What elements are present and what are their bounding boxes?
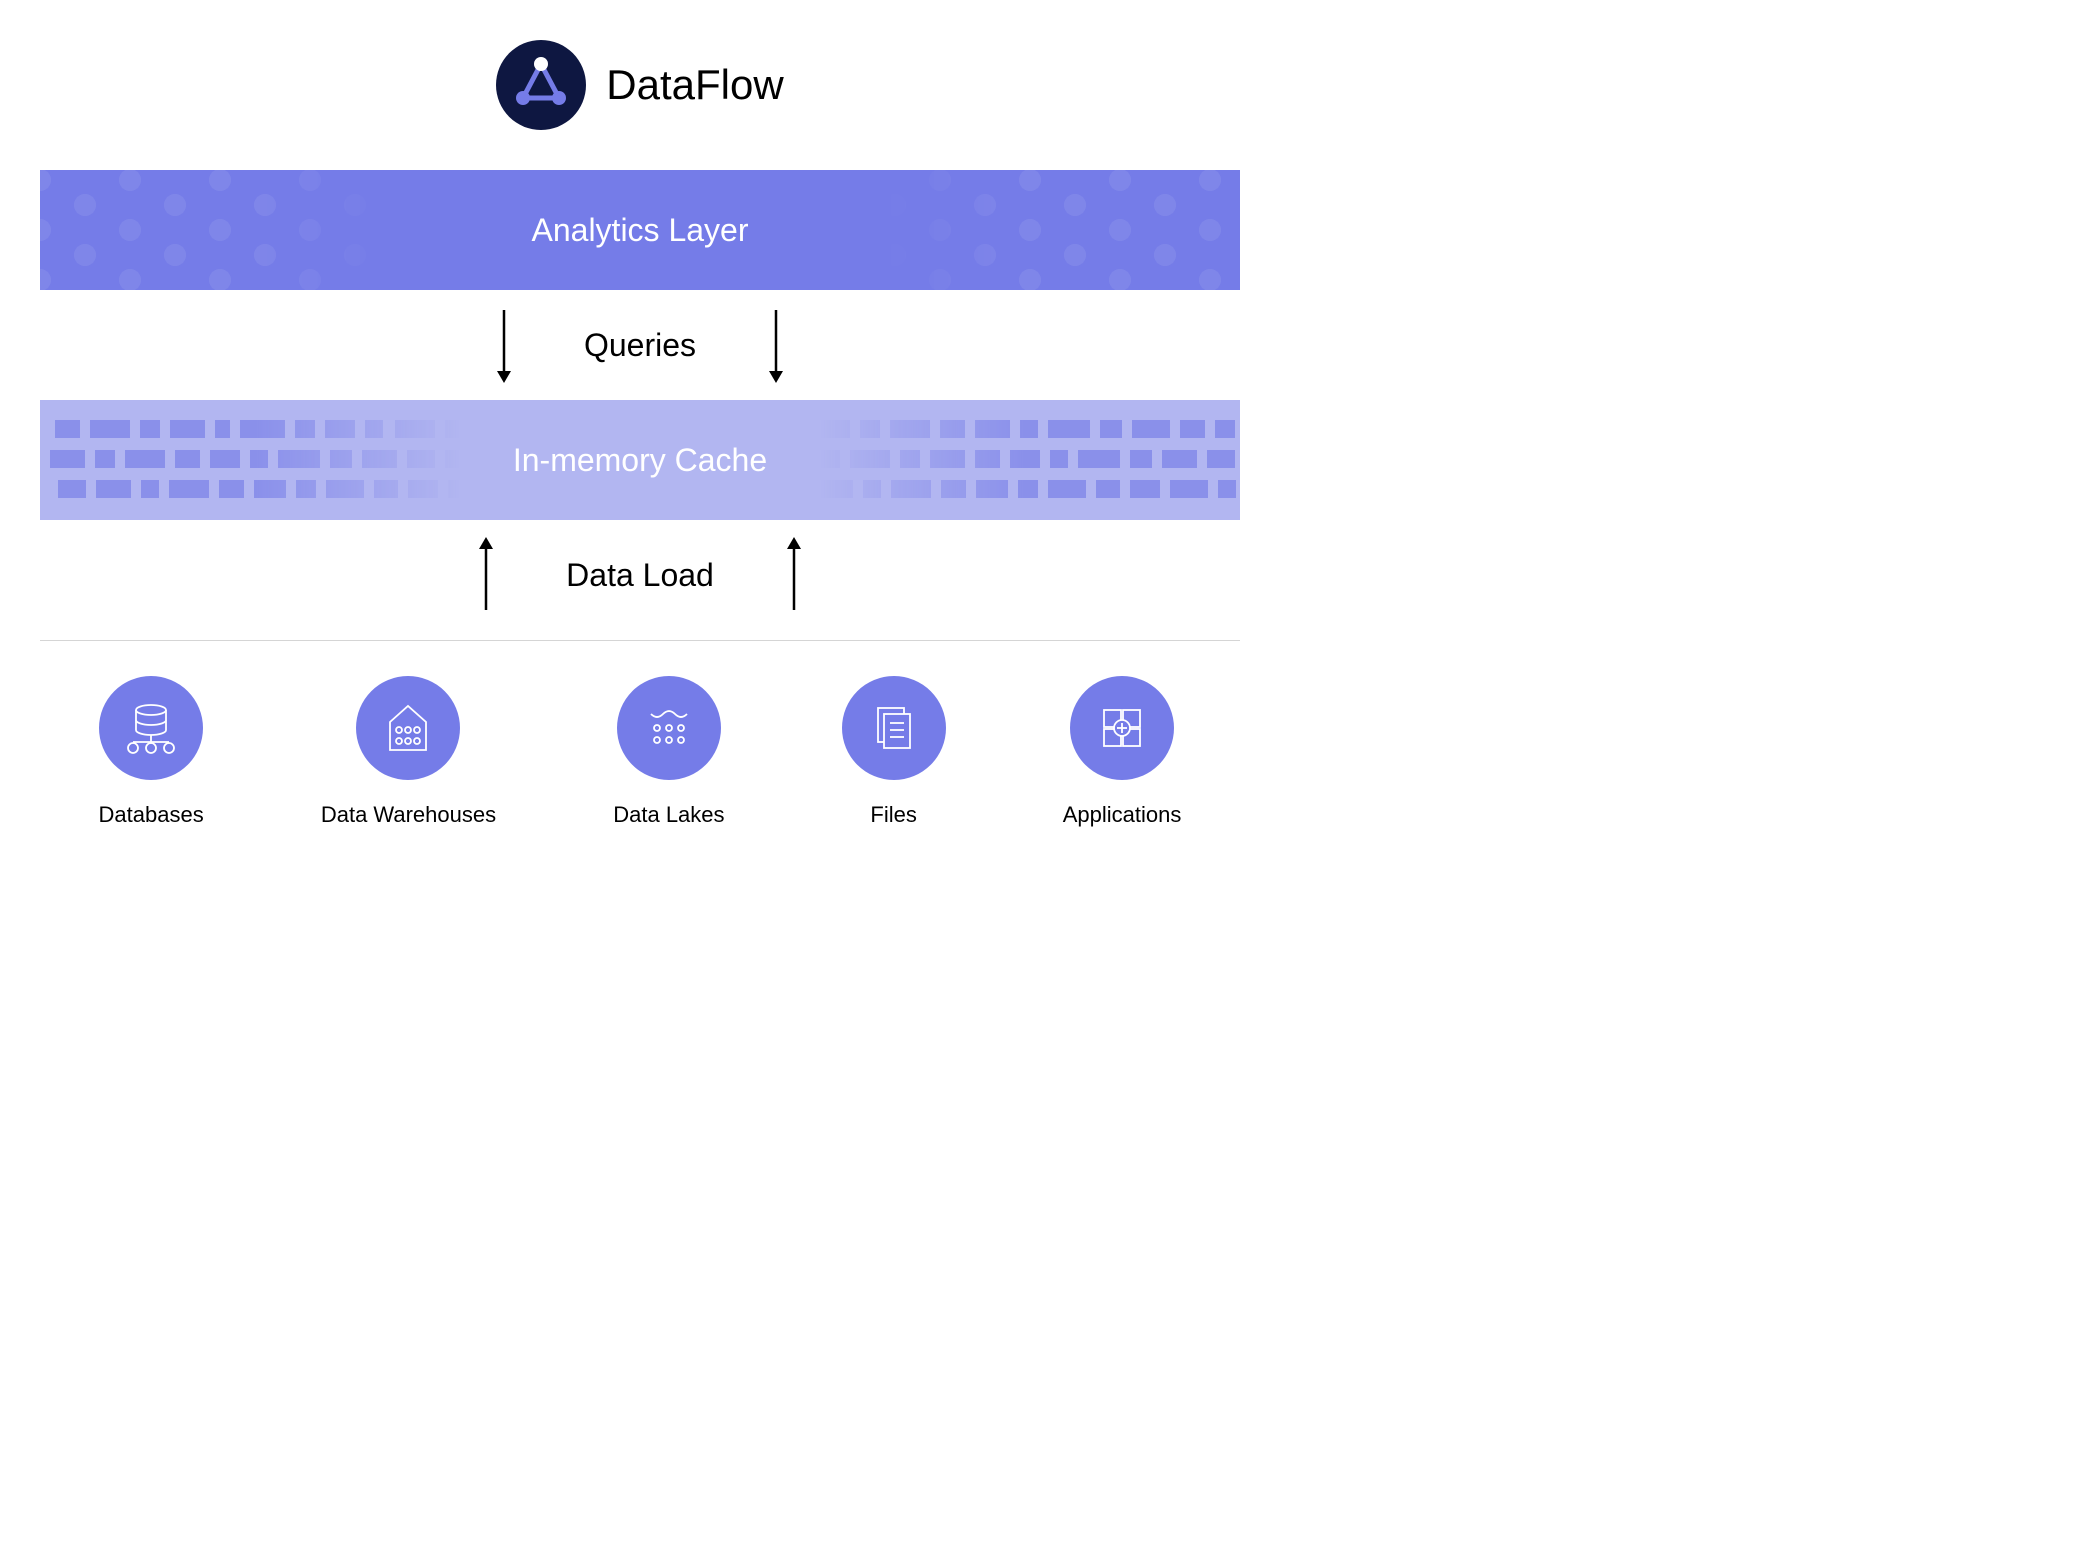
source-files: Files bbox=[842, 676, 946, 828]
data-sources-row: Databases Data Warehouses Data Lakes bbox=[40, 676, 1240, 828]
dataload-flow: Data Load bbox=[40, 520, 1240, 630]
source-label: Databases bbox=[99, 802, 204, 828]
source-label: Data Warehouses bbox=[321, 802, 496, 828]
warehouse-icon bbox=[356, 676, 460, 780]
source-databases: Databases bbox=[99, 676, 204, 828]
queries-flow: Queries bbox=[40, 290, 1240, 400]
arrow-up-icon bbox=[784, 535, 804, 615]
applications-icon bbox=[1070, 676, 1174, 780]
source-applications: Applications bbox=[1063, 676, 1182, 828]
arrow-up-icon bbox=[476, 535, 496, 615]
source-warehouses: Data Warehouses bbox=[321, 676, 496, 828]
source-lakes: Data Lakes bbox=[613, 676, 724, 828]
analytics-layer-label: Analytics Layer bbox=[532, 212, 749, 249]
diagram-title: DataFlow bbox=[606, 61, 783, 109]
datalake-icon bbox=[617, 676, 721, 780]
database-icon bbox=[99, 676, 203, 780]
analytics-layer: Analytics Layer bbox=[40, 170, 1240, 290]
architecture-diagram: DataFlow Analytics Layer Queries bbox=[40, 40, 1240, 828]
cache-layer: In-memory Cache bbox=[40, 400, 1240, 520]
cache-layer-label: In-memory Cache bbox=[513, 442, 767, 479]
arrow-down-icon bbox=[494, 305, 514, 385]
source-label: Applications bbox=[1063, 802, 1182, 828]
source-label: Data Lakes bbox=[613, 802, 724, 828]
files-icon bbox=[842, 676, 946, 780]
dataload-label: Data Load bbox=[566, 557, 714, 594]
source-label: Files bbox=[870, 802, 916, 828]
divider-line bbox=[40, 640, 1240, 641]
dataflow-logo-icon bbox=[496, 40, 586, 130]
diagram-header: DataFlow bbox=[496, 40, 783, 130]
queries-label: Queries bbox=[584, 327, 696, 364]
arrow-down-icon bbox=[766, 305, 786, 385]
